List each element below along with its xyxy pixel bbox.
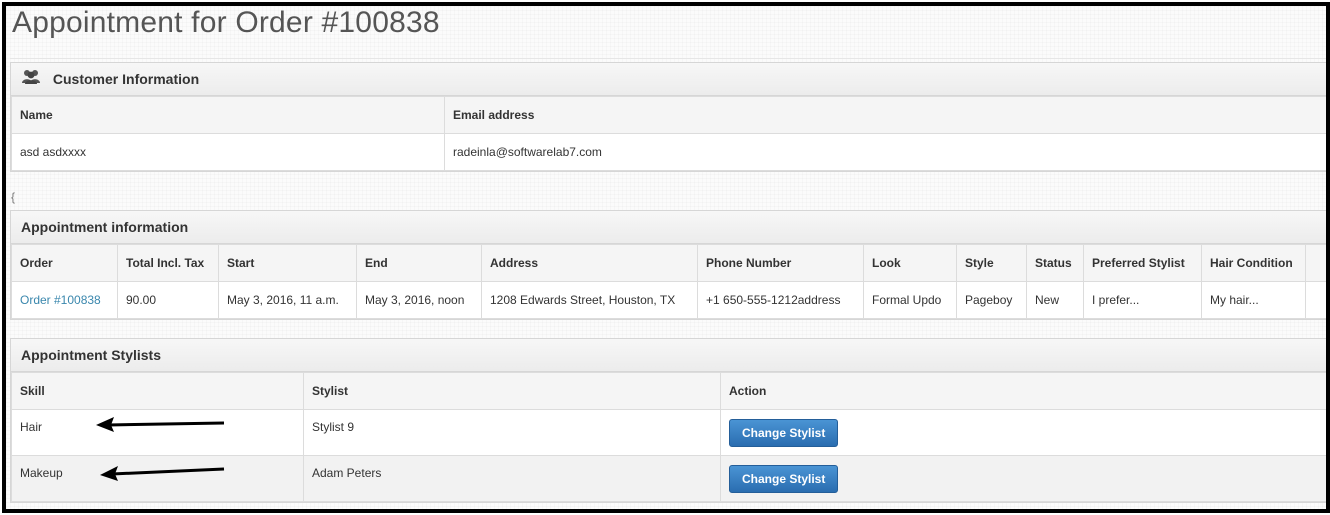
total-cell: 90.00 [117, 281, 219, 319]
customer-information-header: Customer Information [11, 63, 1326, 97]
look-cell: Formal Updo [863, 281, 957, 319]
column-header-phone: Phone Number [697, 244, 864, 282]
stylists-table: Skill Stylist Action Hair Stylist 9 Chan… [11, 372, 1326, 502]
customer-information-title: Customer Information [52, 71, 200, 87]
skill-cell: Hair [11, 409, 304, 456]
table-row: asd asdxxxx radeinla@softwarelab7.com [11, 133, 1326, 171]
customer-information-panel: Customer Information Name Email address … [10, 62, 1326, 172]
change-stylist-button[interactable]: Change Stylist [729, 465, 839, 493]
table-row: Hair Stylist 9 Change Stylist [11, 409, 1326, 456]
column-header-stylist: Stylist [303, 372, 721, 410]
appointment-stylists-panel: Appointment Stylists Skill Stylist Actio… [10, 338, 1326, 503]
hair-condition-cell: My hair... [1201, 281, 1306, 319]
column-header-style: Style [956, 244, 1027, 282]
stylist-cell: Stylist 9 [303, 409, 721, 456]
appointment-information-header: Appointment information [11, 211, 1326, 244]
skill-cell: Makeup [11, 455, 304, 502]
end-cell: May 3, 2016, noon [356, 281, 482, 319]
phone-cell: +1 650-555-1212address [697, 281, 864, 319]
column-header-address: Address [481, 244, 698, 282]
title-divider [10, 58, 1326, 59]
page-title: Appointment for Order #100838 [12, 6, 440, 39]
empty-cell [1305, 281, 1326, 319]
stray-brace-text: { [11, 190, 16, 204]
column-header-status: Status [1026, 244, 1084, 282]
column-header-total: Total Incl. Tax [117, 244, 219, 282]
column-header-preferred-stylist: Preferred Stylist [1083, 244, 1202, 282]
customer-email: radeinla@softwarelab7.com [444, 133, 1326, 171]
column-header-look: Look [863, 244, 957, 282]
customer-table: Name Email address asd asdxxxx radeinla@… [11, 96, 1326, 171]
appointment-stylists-title: Appointment Stylists [21, 347, 162, 363]
action-cell: Change Stylist [720, 455, 1326, 502]
column-header-end: End [356, 244, 482, 282]
column-header-name: Name [11, 96, 445, 134]
column-header-skill: Skill [11, 372, 304, 410]
status-cell: New [1026, 281, 1084, 319]
action-cell: Change Stylist [720, 409, 1326, 456]
table-header-row: Name Email address [11, 96, 1326, 134]
start-cell: May 3, 2016, 11 a.m. [218, 281, 357, 319]
column-header-action: Action [720, 372, 1326, 410]
appointment-stylists-header: Appointment Stylists [11, 339, 1326, 372]
column-header-empty [1305, 244, 1326, 282]
column-header-start: Start [218, 244, 357, 282]
column-header-hair-condition: Hair Condition [1201, 244, 1306, 282]
address-cell: 1208 Edwards Street, Houston, TX [481, 281, 698, 319]
table-row: Order #100838 90.00 May 3, 2016, 11 a.m.… [11, 281, 1326, 319]
stylist-cell: Adam Peters [303, 455, 721, 502]
users-icon [21, 64, 41, 97]
style-cell: Pageboy [956, 281, 1027, 319]
column-header-email: Email address [444, 96, 1326, 134]
customer-name: asd asdxxxx [11, 133, 445, 171]
table-row: Makeup Adam Peters Change Stylist [11, 455, 1326, 502]
preferred-stylist-cell: I prefer... [1083, 281, 1202, 319]
appointment-table: Order Total Incl. Tax Start End Address … [11, 244, 1326, 319]
appointment-information-panel: Appointment information Order Total Incl… [10, 210, 1326, 320]
table-header-row: Skill Stylist Action [11, 372, 1326, 410]
screenshot-frame: Appointment for Order #100838 Customer I… [2, 2, 1330, 513]
change-stylist-button[interactable]: Change Stylist [729, 419, 839, 447]
column-header-order: Order [11, 244, 118, 282]
table-header-row: Order Total Incl. Tax Start End Address … [11, 244, 1326, 282]
order-link[interactable]: Order #100838 [20, 293, 101, 307]
appointment-information-title: Appointment information [21, 219, 189, 235]
order-cell: Order #100838 [11, 281, 118, 319]
